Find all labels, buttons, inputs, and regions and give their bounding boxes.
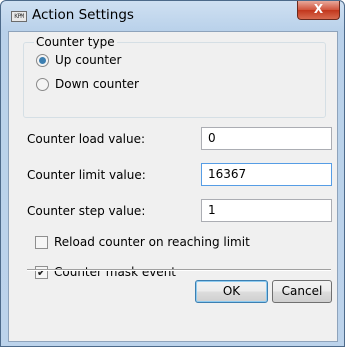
- title-bar[interactable]: KPM Action Settings X: [1, 1, 346, 31]
- close-button[interactable]: X: [297, 1, 340, 20]
- counter-mask-option[interactable]: ✔ Counter mask event: [35, 265, 176, 279]
- ok-button[interactable]: OK: [195, 280, 268, 303]
- counter-step-label: Counter step value:: [27, 204, 146, 218]
- counter-mask-label: Counter mask event: [54, 265, 177, 279]
- counter-load-input[interactable]: 0: [201, 127, 332, 150]
- counter-type-legend: Counter type: [34, 35, 117, 49]
- down-counter-label: Down counter: [55, 77, 139, 91]
- counter-limit-label: Counter limit value:: [27, 168, 146, 182]
- window-title: Action Settings: [32, 7, 134, 23]
- counter-type-group: Counter type Up counter Down counter: [23, 35, 326, 118]
- action-settings-window: KPM Action Settings X Counter type Up co…: [0, 0, 345, 347]
- button-separator: [27, 269, 331, 271]
- up-counter-radio[interactable]: [36, 53, 49, 67]
- counter-limit-input[interactable]: 16367: [201, 163, 332, 186]
- counter-step-input[interactable]: 1: [201, 199, 332, 222]
- reload-counter-label: Reload counter on reaching limit: [54, 235, 250, 249]
- app-window-icon: KPM: [11, 11, 27, 22]
- up-counter-radio-option[interactable]: Up counter: [36, 53, 121, 67]
- cancel-button[interactable]: Cancel: [272, 280, 332, 303]
- reload-counter-option[interactable]: Reload counter on reaching limit: [35, 235, 250, 249]
- counter-load-label: Counter load value:: [27, 132, 146, 146]
- down-counter-radio[interactable]: [36, 77, 49, 91]
- counter-mask-checkbox[interactable]: ✔: [35, 265, 48, 279]
- down-counter-radio-option[interactable]: Down counter: [36, 77, 139, 91]
- up-counter-label: Up counter: [55, 53, 122, 67]
- reload-counter-checkbox[interactable]: [35, 235, 48, 249]
